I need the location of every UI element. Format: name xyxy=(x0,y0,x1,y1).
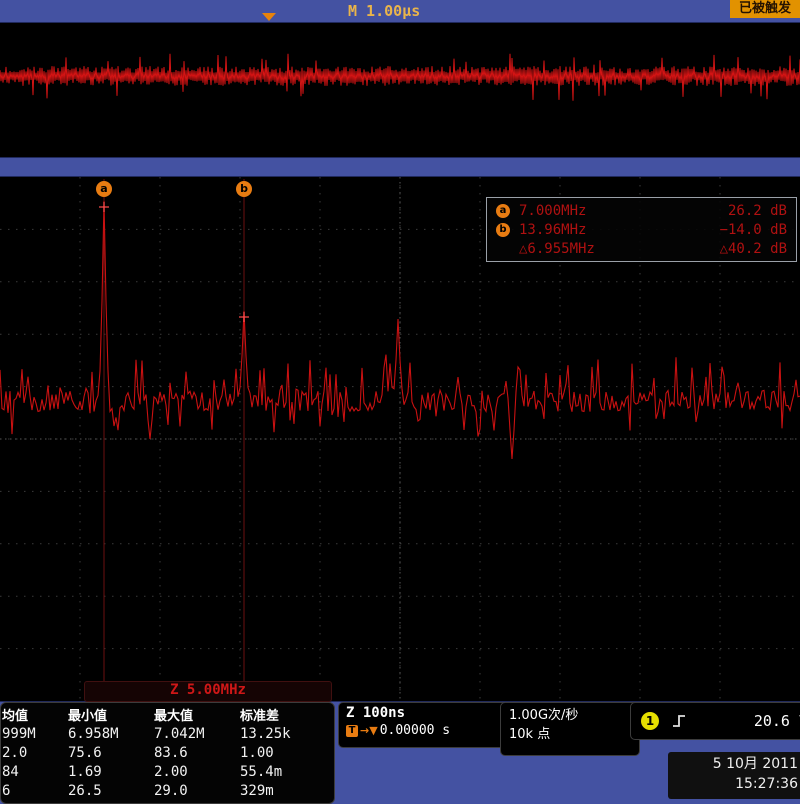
table-row: 2.0 75.6 83.6 1.00 xyxy=(1,743,334,762)
cursor-a-marker[interactable]: a xyxy=(96,181,112,197)
cursor-delta-frequency: △6.955MHz xyxy=(519,241,637,257)
channel-1-badge: 1 xyxy=(641,712,659,730)
trigger-status-badge: 已被触发 xyxy=(730,0,800,18)
sample-rate-readout: 1.00G次/秒 xyxy=(509,706,631,725)
table-row: 84 1.69 2.00 55.4m xyxy=(1,762,334,781)
table-cell: 999M xyxy=(2,726,68,742)
cursor-b-level: −14.0 dB xyxy=(720,222,787,238)
table-cell: 2.0 xyxy=(2,745,68,761)
time-domain-plot xyxy=(0,23,800,157)
cursor-b-marker[interactable]: b xyxy=(236,181,252,197)
cursor-b-badge: b xyxy=(496,223,510,237)
cursor-delta-level: △40.2 dB xyxy=(720,241,787,257)
date-readout: 5 10月 2011 xyxy=(668,754,798,774)
acquisition-box: 1.00G次/秒 10k 点 xyxy=(500,702,640,756)
trigger-ref-icon: T xyxy=(346,725,358,737)
cursor-delta-row: △6.955MHz △40.2 dB xyxy=(487,239,796,258)
trigger-level-readout: 20.6 V xyxy=(754,712,800,730)
table-row: 999M 6.958M 7.042M 13.25k xyxy=(1,724,334,743)
timebase-readout: M 1.00µs xyxy=(348,2,420,20)
table-cell: 1.69 xyxy=(68,764,154,780)
datetime-box: 5 10月 2011 15:27:36 xyxy=(668,752,800,799)
cursor-a-row: a 7.000MHz 26.2 dB xyxy=(487,201,796,220)
time-readout: 15:27:36 xyxy=(668,774,798,794)
col-header-max: 最大值 xyxy=(154,705,240,724)
table-cell: 29.0 xyxy=(154,783,240,799)
table-cell: 84 xyxy=(2,764,68,780)
trigger-settings-box: 1 20.6 V xyxy=(630,702,800,740)
table-cell: 26.5 xyxy=(68,783,154,799)
cursor-b-frequency: 13.96MHz xyxy=(519,222,637,238)
table-cell: 75.6 xyxy=(68,745,154,761)
horizontal-settings-box: Z 100ns T →▼ 0.00000 s xyxy=(338,702,507,748)
trigger-arrow-icon: →▼ xyxy=(360,724,378,737)
table-cell: 55.4m xyxy=(240,764,330,780)
trigger-position-marker-icon[interactable] xyxy=(262,13,276,21)
trigger-position-readout: 0.00000 s xyxy=(380,723,450,738)
record-length-readout: 10k 点 xyxy=(509,725,631,744)
zoom-timebase-readout: Z 100ns xyxy=(346,705,499,721)
rising-edge-icon xyxy=(671,712,687,730)
table-cell: 7.042M xyxy=(154,726,240,742)
fft-spectrum-window: a b a 7.000MHz 26.2 dB b 13.96MHz −14.0 … xyxy=(0,176,800,702)
table-row: 6 26.5 29.0 329m xyxy=(1,781,334,800)
cursor-a-badge: a xyxy=(496,204,510,218)
col-header-min: 最小值 xyxy=(68,705,154,724)
table-cell: 13.25k xyxy=(240,726,330,742)
cursor-a-level: 26.2 dB xyxy=(728,203,787,219)
col-header-stddev: 标准差 xyxy=(240,705,330,724)
oscilloscope-screen: M 1.00µs 已被触发 a b a 7.000MHz 26.2 dB b 1… xyxy=(0,0,800,800)
table-header-row: 均值 最小值 最大值 标准差 xyxy=(1,705,334,724)
table-cell: 6 xyxy=(2,783,68,799)
table-cell: 329m xyxy=(240,783,330,799)
cursor-a-frequency: 7.000MHz xyxy=(519,203,637,219)
measurement-table: 均值 最小值 最大值 标准差 999M 6.958M 7.042M 13.25k… xyxy=(0,702,335,804)
fft-scale-label: Z 5.00MHz xyxy=(84,681,332,702)
table-cell: 1.00 xyxy=(240,745,330,761)
time-domain-window xyxy=(0,22,800,158)
cursor-readout-box: a 7.000MHz 26.2 dB b 13.96MHz −14.0 dB △… xyxy=(486,197,797,262)
table-cell: 2.00 xyxy=(154,764,240,780)
col-header-mean: 均值 xyxy=(2,705,68,724)
table-cell: 83.6 xyxy=(154,745,240,761)
cursor-b-row: b 13.96MHz −14.0 dB xyxy=(487,220,796,239)
table-cell: 6.958M xyxy=(68,726,154,742)
trigger-position-row: T →▼ 0.00000 s xyxy=(346,723,499,738)
time-domain-trace xyxy=(0,54,800,101)
